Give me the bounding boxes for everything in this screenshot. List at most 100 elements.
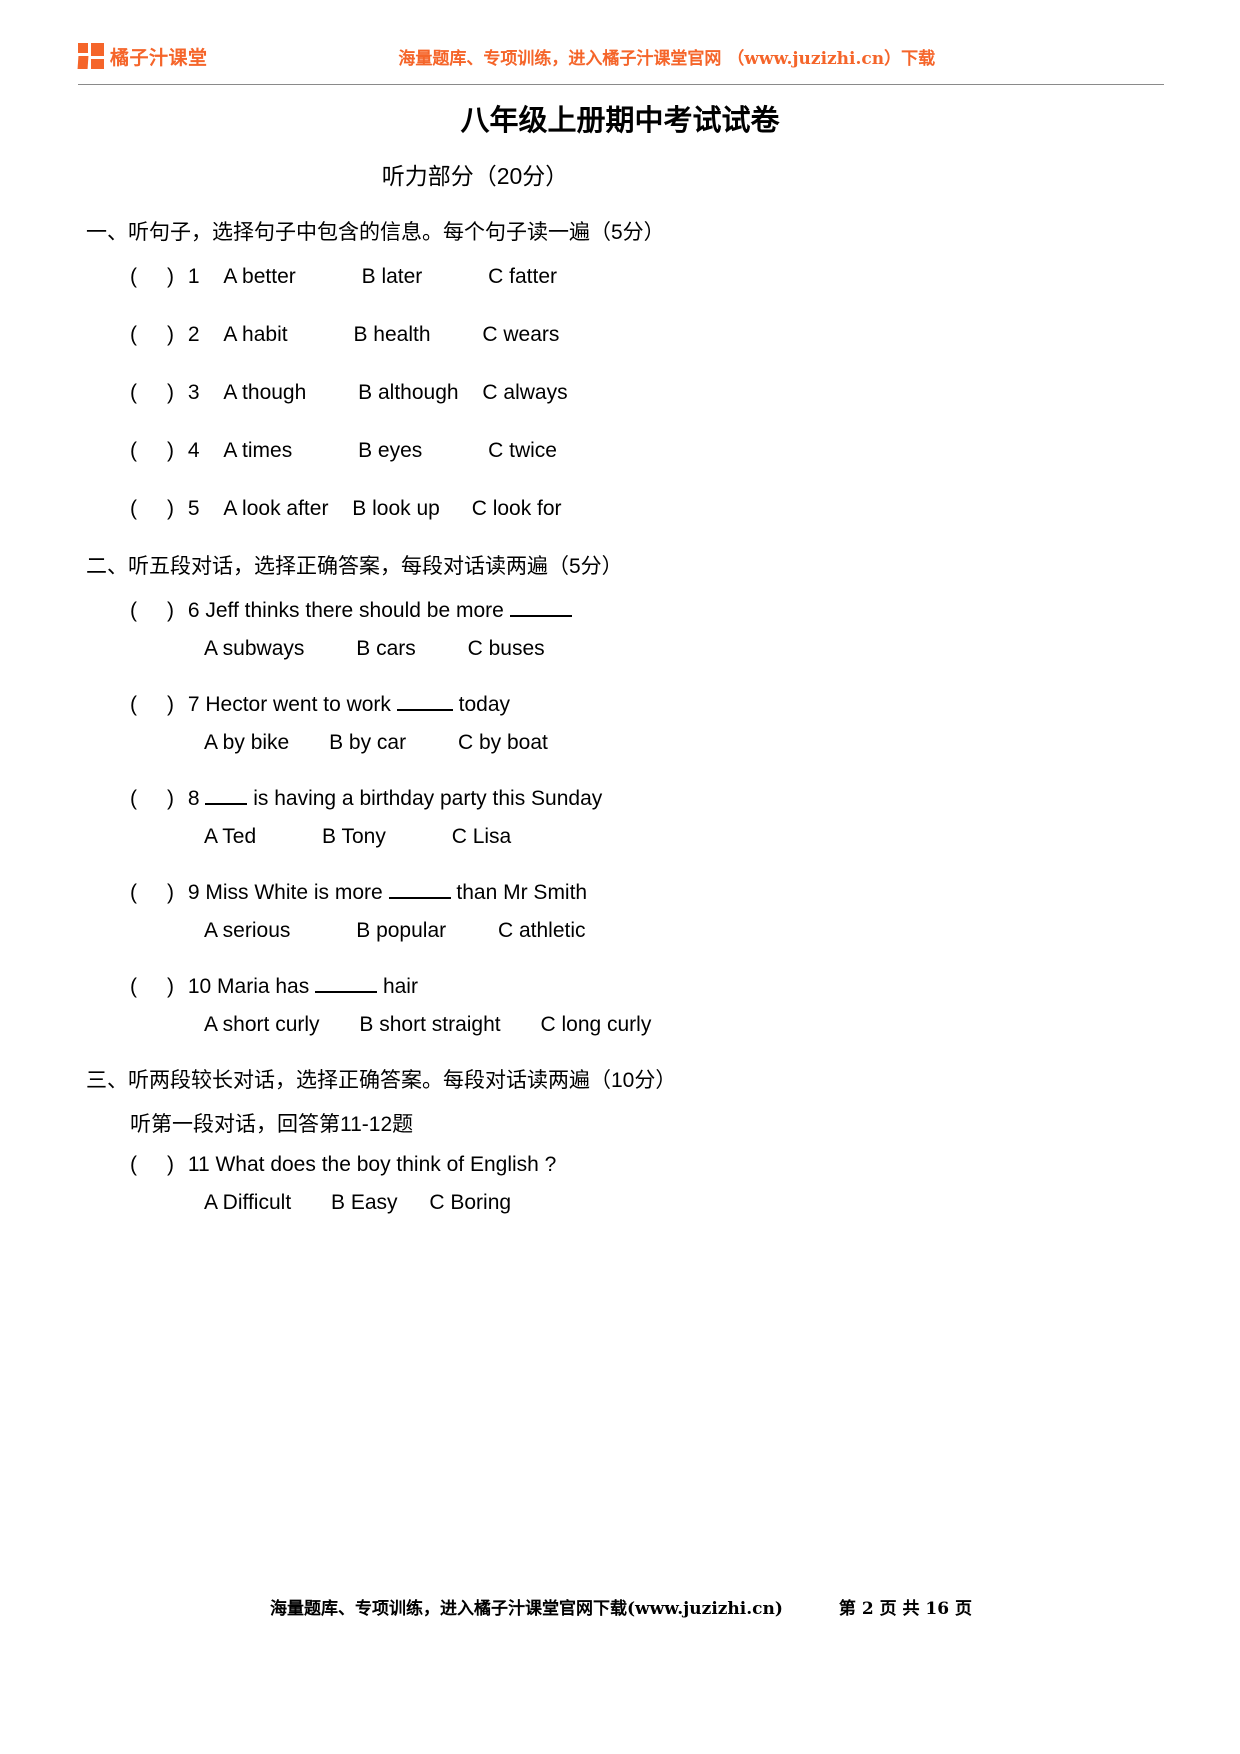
- question-item: () 4 A times B eyes C twice: [86, 436, 1156, 466]
- question-item: () 11 What does the boy think of English…: [86, 1150, 1156, 1180]
- option-a[interactable]: A times: [223, 436, 292, 466]
- page-title: 八年级上册期中考试试卷: [0, 101, 1240, 140]
- question-stem-tail: than Mr Smith: [456, 881, 588, 904]
- brand-name: 橘子汁课堂: [110, 46, 208, 69]
- answer-bracket[interactable]: (): [130, 878, 182, 908]
- answer-bracket[interactable]: (): [130, 690, 182, 720]
- question-options: A Difficult B Easy C Boring: [86, 1188, 1156, 1218]
- header-promo-text: 海量题库、专项训练，进入橘子汁课堂官网 （www.juzizhi.cn）下载: [398, 48, 936, 69]
- answer-bracket[interactable]: (): [130, 972, 182, 1002]
- header-divider: [78, 84, 1164, 85]
- question-stem: 9 Miss White is more: [187, 881, 383, 904]
- option-c[interactable]: C Lisa: [452, 822, 512, 852]
- page-title-exam: 期中考试试卷: [605, 105, 780, 137]
- answer-bracket[interactable]: (): [130, 378, 182, 408]
- option-c[interactable]: C Boring: [429, 1188, 511, 1218]
- option-b[interactable]: B Tony: [322, 822, 386, 852]
- option-b[interactable]: B popular: [356, 916, 446, 946]
- page-title-grade: 八年级上册: [460, 103, 606, 137]
- question-stem: 8: [187, 787, 200, 810]
- option-a[interactable]: A by bike: [204, 728, 289, 758]
- question-item: () 7 Hector went to work today: [86, 690, 1156, 720]
- option-c[interactable]: C by boat: [458, 728, 548, 758]
- question-item: () 5 A look after B look up C look for: [86, 494, 1156, 524]
- question-number: 3: [187, 381, 200, 404]
- fill-blank: [396, 709, 453, 711]
- question-item: () 10 Maria has hair: [86, 972, 1156, 1002]
- option-b[interactable]: B eyes: [358, 436, 422, 466]
- question-options: A serious B popular C athletic: [86, 916, 1156, 946]
- section-three-heading: 三、听两段较长对话，选择正确答案。每段对话读两遍（10分）: [86, 1069, 677, 1092]
- page-header: 橘子汁课堂 海量题库、专项训练，进入橘子汁课堂官网 （www.juzizhi.c…: [77, 30, 1086, 82]
- question-number: 1: [187, 265, 200, 288]
- option-b[interactable]: B cars: [356, 634, 416, 664]
- answer-bracket[interactable]: (): [130, 596, 182, 626]
- option-b[interactable]: B by car: [329, 728, 406, 758]
- option-b[interactable]: B later: [362, 262, 423, 292]
- footer-page-number: 第 2 页 共 16 页: [838, 1599, 972, 1619]
- option-c[interactable]: C look for: [472, 494, 562, 524]
- answer-bracket[interactable]: (): [130, 784, 182, 814]
- option-a[interactable]: A serious: [204, 916, 290, 946]
- section-three-subheading: 听第一段对话，回答第11-12题: [130, 1113, 414, 1136]
- answer-bracket[interactable]: (): [130, 494, 182, 524]
- option-c[interactable]: C wears: [482, 320, 559, 350]
- option-a[interactable]: A look after: [223, 494, 328, 524]
- answer-bracket[interactable]: (): [130, 1150, 182, 1180]
- option-b[interactable]: B health: [353, 320, 430, 350]
- question-number: 2: [187, 323, 200, 346]
- question-options: A subways B cars C buses: [86, 634, 1156, 664]
- option-c[interactable]: C fatter: [488, 262, 557, 292]
- fill-blank: [315, 991, 378, 993]
- question-stem: 11 What does the boy think of English ?: [187, 1153, 557, 1176]
- answer-bracket[interactable]: (): [130, 436, 182, 466]
- question-stem: 7 Hector went to work: [187, 693, 391, 716]
- option-a[interactable]: A subways: [204, 634, 304, 664]
- option-c[interactable]: C always: [482, 378, 567, 408]
- question-item: () 8 is having a birthday party this Sun…: [86, 784, 1156, 814]
- exam-body: 一、听句子，选择句子中包含的信息。每个句子读一遍（5分） () 1 A bett…: [86, 218, 1156, 1244]
- section-one-heading: 一、听句子，选择句子中包含的信息。每个句子读一遍（5分）: [86, 221, 665, 244]
- brand-logo: 橘子汁课堂: [77, 43, 208, 70]
- fill-blank: [388, 897, 451, 899]
- option-a[interactable]: A habit: [223, 320, 287, 350]
- answer-bracket[interactable]: (): [130, 262, 182, 292]
- option-b[interactable]: B Easy: [331, 1188, 398, 1218]
- question-stem-tail: today: [458, 693, 510, 716]
- question-item: () 9 Miss White is more than Mr Smith: [86, 878, 1156, 908]
- question-options: A Ted B Tony C Lisa: [86, 822, 1156, 852]
- fill-blank: [509, 615, 572, 617]
- question-number: 5: [187, 497, 200, 520]
- option-c[interactable]: C buses: [468, 634, 545, 664]
- question-number: 4: [187, 439, 200, 462]
- option-a[interactable]: A Difficult: [204, 1188, 291, 1218]
- footer-promo-text: 海量题库、专项训练，进入橘子汁课堂官网下载(www.juzizhi.cn): [270, 1599, 783, 1619]
- option-b[interactable]: B short straight: [359, 1010, 500, 1040]
- listening-part-heading: 听力部分（20分）: [381, 163, 569, 189]
- option-a[interactable]: A better: [223, 262, 295, 292]
- question-options: A by bike B by car C by boat: [86, 728, 1156, 758]
- question-stem-tail: is having a birthday party this Sunday: [253, 787, 603, 810]
- exam-paper-page: 橘子汁课堂 海量题库、专项训练，进入橘子汁课堂官网 （www.juzizhi.c…: [0, 0, 1240, 1754]
- answer-bracket[interactable]: (): [130, 320, 182, 350]
- section-two-heading: 二、听五段对话，选择正确答案，每段对话读两遍（5分）: [86, 555, 623, 578]
- grid-squares-icon: [77, 43, 104, 69]
- option-b[interactable]: B although: [358, 378, 458, 408]
- option-c[interactable]: C twice: [488, 436, 557, 466]
- page-footer: 海量题库、专项训练，进入橘子汁课堂官网下载(www.juzizhi.cn) 第 …: [78, 1594, 1164, 1619]
- question-options: A short curly B short straight C long cu…: [86, 1010, 1156, 1040]
- question-stem-tail: hair: [382, 975, 418, 998]
- question-item: () 2 A habit B health C wears: [86, 320, 1156, 350]
- question-stem: 6 Jeff thinks there should be more: [187, 599, 504, 622]
- option-c[interactable]: C athletic: [498, 916, 586, 946]
- question-item: () 1 A better B later C fatter: [86, 262, 1156, 292]
- option-b[interactable]: B look up: [352, 494, 440, 524]
- question-stem: 10 Maria has: [187, 975, 310, 998]
- question-item: () 6 Jeff thinks there should be more: [86, 596, 1156, 626]
- option-c[interactable]: C long curly: [540, 1010, 651, 1040]
- question-item: () 3 A though B although C always: [86, 378, 1156, 408]
- fill-blank: [205, 803, 248, 805]
- option-a[interactable]: A short curly: [204, 1010, 320, 1040]
- option-a[interactable]: A Ted: [204, 822, 256, 852]
- option-a[interactable]: A though: [223, 378, 306, 408]
